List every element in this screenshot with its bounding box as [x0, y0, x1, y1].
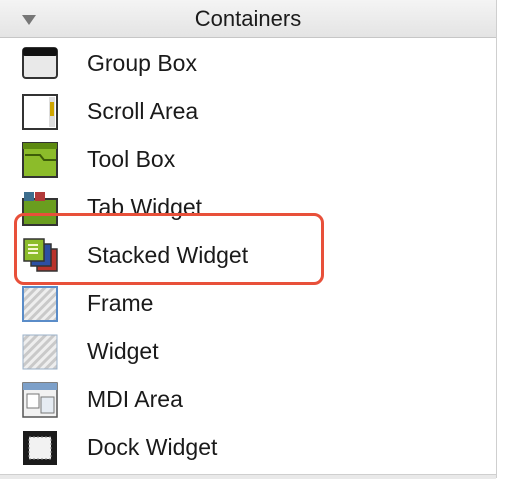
- list-item-mdi-area[interactable]: MDI Area: [0, 376, 496, 424]
- widget-list: Group Box Scroll Area Tool Box Tab Widge…: [0, 40, 496, 472]
- stacked-widget-icon: [20, 237, 64, 275]
- list-item-tool-box[interactable]: Tool Box: [0, 136, 496, 184]
- item-label: Frame: [87, 290, 154, 316]
- group-box-icon: [20, 45, 64, 83]
- item-label: MDI Area: [87, 386, 183, 412]
- list-item-frame[interactable]: Frame: [0, 280, 496, 328]
- item-label: Group Box: [87, 50, 197, 76]
- mdi-area-icon: [20, 381, 64, 419]
- item-label: Tab Widget: [87, 194, 203, 220]
- widget-icon: [20, 333, 64, 371]
- item-label: Dock Widget: [87, 434, 218, 460]
- category-header[interactable]: Containers: [0, 0, 496, 38]
- category-title: Containers: [194, 6, 302, 31]
- list-item-scroll-area[interactable]: Scroll Area: [0, 88, 496, 136]
- item-label: Scroll Area: [87, 98, 199, 124]
- tool-box-icon: [20, 141, 64, 179]
- item-label: Tool Box: [87, 146, 176, 172]
- list-item-widget[interactable]: Widget: [0, 328, 496, 376]
- item-label: Stacked Widget: [87, 242, 249, 268]
- frame-icon: [20, 285, 64, 323]
- dock-widget-icon: [20, 429, 64, 467]
- panel-bottom-divider: [0, 474, 496, 479]
- list-item-dock-widget[interactable]: Dock Widget: [0, 424, 496, 472]
- right-gutter: [497, 0, 530, 478]
- widget-box-panel: Containers Group Box Scroll Area Tool Bo…: [0, 0, 497, 479]
- scroll-area-icon: [20, 93, 64, 131]
- list-item-group-box[interactable]: Group Box: [0, 40, 496, 88]
- item-label: Widget: [87, 338, 159, 364]
- list-item-tab-widget[interactable]: Tab Widget: [0, 184, 496, 232]
- tab-widget-icon: [20, 189, 64, 227]
- list-item-stacked-widget[interactable]: Stacked Widget: [0, 232, 496, 280]
